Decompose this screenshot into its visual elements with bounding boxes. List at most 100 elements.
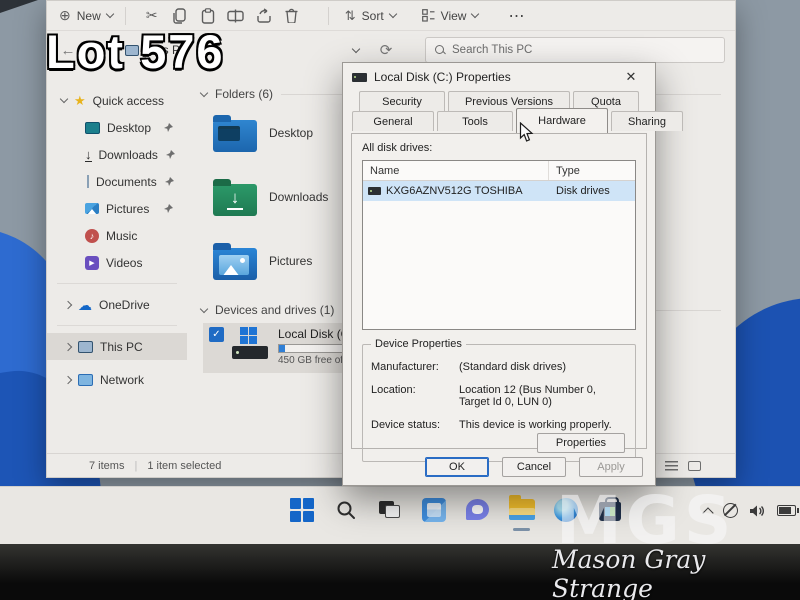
sidebar-item-label: Music — [106, 229, 137, 243]
search-placeholder: Search This PC — [452, 44, 532, 56]
disk-drives-list[interactable]: Name Type KXG6AZNV512G TOSHIBA Disk driv… — [362, 160, 636, 330]
apply-button[interactable]: Apply — [579, 457, 643, 477]
paste-button[interactable] — [194, 8, 222, 24]
sidebar-item-this-pc[interactable]: This PC — [47, 333, 187, 360]
field-label: Location: — [371, 384, 459, 408]
chevron-right-icon[interactable] — [64, 375, 72, 383]
properties-dialog: Local Disk (C:) Properties ✕ Security Pr… — [342, 62, 656, 486]
column-header-type[interactable]: Type — [549, 161, 635, 180]
file-explorer-button[interactable] — [508, 496, 535, 523]
chevron-down-icon[interactable] — [352, 44, 360, 52]
sidebar-item-label: Network — [100, 373, 144, 387]
disk-drive-row[interactable]: KXG6AZNV512G TOSHIBA Disk drives — [363, 181, 635, 201]
battery-icon[interactable] — [777, 505, 796, 516]
refresh-button[interactable]: ⟳ — [375, 41, 397, 59]
sidebar-item-label: OneDrive — [99, 298, 150, 312]
sidebar-item-label: Desktop — [107, 121, 151, 135]
sidebar-item-label: Videos — [106, 256, 142, 270]
device-status-row: Device status: This device is working pr… — [371, 419, 627, 431]
view-button[interactable]: View — [422, 9, 479, 23]
close-button[interactable]: ✕ — [616, 69, 646, 85]
tab-general[interactable]: General — [352, 111, 434, 131]
drive-model-label: KXG6AZNV512G TOSHIBA — [386, 185, 523, 197]
new-button[interactable]: ⊕ New — [59, 7, 113, 24]
chevron-down-icon[interactable] — [200, 304, 208, 312]
windows-logo-icon — [290, 498, 314, 522]
statusbar-divider: | — [134, 460, 137, 472]
sidebar-item-desktop[interactable]: Desktop — [47, 114, 187, 141]
pictures-folder-icon — [213, 248, 257, 280]
sidebar-item-music[interactable]: ♪ Music — [47, 222, 187, 249]
sidebar-item-videos[interactable]: ▶ Videos — [47, 249, 187, 276]
rename-button[interactable] — [222, 9, 250, 23]
star-icon: ★ — [74, 93, 86, 109]
sidebar-item-downloads[interactable]: ↓ Downloads — [47, 141, 187, 168]
chevron-down-icon[interactable] — [60, 95, 68, 103]
pin-icon — [165, 150, 175, 160]
location-row: Location: Location 12 (Bus Number 0, Tar… — [371, 384, 627, 408]
column-header-name[interactable]: Name — [363, 161, 549, 180]
sort-button[interactable]: ⇅ Sort — [345, 8, 396, 24]
tab-tools[interactable]: Tools — [437, 111, 513, 131]
photo-of-laptop-screen: ⊕ New ✂ ⇅ Sort — [0, 0, 800, 600]
plus-circle-icon: ⊕ — [59, 7, 71, 24]
field-value: This device is working properly. — [459, 419, 612, 431]
chevron-down-icon — [388, 10, 396, 18]
details-view-toggle-icon[interactable] — [665, 461, 678, 471]
large-icons-view-toggle-icon[interactable] — [688, 461, 701, 471]
search-input[interactable]: Search This PC — [425, 37, 725, 63]
folders-header-label: Folders (6) — [215, 87, 273, 101]
auction-company-watermark: Mason Gray Strange — [552, 545, 800, 600]
toolbar-divider — [125, 7, 126, 25]
volume-icon[interactable] — [749, 504, 766, 518]
sidebar-item-documents[interactable]: Documents — [47, 168, 187, 195]
drive-checkbox[interactable]: ✓ — [209, 327, 224, 342]
disk-icon — [352, 73, 367, 82]
new-button-label: New — [77, 9, 101, 23]
task-view-button[interactable] — [376, 496, 403, 523]
tab-sharing[interactable]: Sharing — [611, 111, 683, 131]
tab-security[interactable]: Security — [359, 91, 445, 111]
lot-number-watermark: Lot 576 — [46, 24, 225, 79]
more-options-button[interactable]: ⋯ — [508, 6, 525, 26]
this-pc-icon — [78, 341, 93, 353]
widgets-button[interactable] — [420, 496, 447, 523]
chat-button[interactable] — [464, 496, 491, 523]
active-app-indicator — [513, 528, 530, 531]
copy-button[interactable] — [166, 8, 194, 24]
windows-flag-icon — [240, 327, 257, 344]
pin-icon — [163, 204, 173, 214]
all-disk-drives-label: All disk drives: — [362, 142, 432, 154]
drive-type-label: Disk drives — [549, 185, 635, 197]
network-icon — [78, 374, 93, 386]
delete-button[interactable] — [278, 8, 306, 23]
sidebar-item-pictures[interactable]: Pictures — [47, 195, 187, 222]
chat-bubble-icon — [466, 499, 489, 520]
local-disk-icon — [232, 327, 270, 369]
sidebar-item-label: This PC — [100, 340, 143, 354]
taskbar-search-button[interactable] — [332, 496, 359, 523]
sidebar-item-network[interactable]: Network — [47, 366, 187, 393]
properties-button[interactable]: Properties — [537, 433, 625, 453]
chevron-right-icon[interactable] — [64, 300, 72, 308]
explorer-sidebar: ★ Quick access Desktop ↓ Downloads Docum… — [47, 69, 187, 453]
folder-tile-label: Downloads — [269, 190, 328, 204]
cut-button[interactable]: ✂ — [138, 7, 166, 24]
chevron-right-icon[interactable] — [64, 342, 72, 350]
sidebar-divider — [57, 283, 177, 284]
mouse-cursor — [519, 122, 534, 143]
group-title: Device Properties — [371, 338, 466, 350]
sidebar-item-quick-access[interactable]: ★ Quick access — [47, 87, 187, 114]
videos-icon: ▶ — [85, 256, 99, 270]
sidebar-item-onedrive[interactable]: ☁ OneDrive — [47, 291, 187, 318]
chevron-down-icon[interactable] — [200, 88, 208, 96]
folder-tile-label: Desktop — [269, 126, 313, 140]
ok-button[interactable]: OK — [425, 457, 489, 477]
sort-arrows-icon: ⇅ — [345, 8, 356, 24]
cancel-button[interactable]: Cancel — [502, 457, 566, 477]
view-grid-icon — [422, 9, 435, 22]
dialog-titlebar[interactable]: Local Disk (C:) Properties ✕ — [343, 63, 655, 91]
start-button[interactable] — [288, 496, 315, 523]
field-value: (Standard disk drives) — [459, 361, 566, 373]
share-button[interactable] — [250, 8, 278, 23]
